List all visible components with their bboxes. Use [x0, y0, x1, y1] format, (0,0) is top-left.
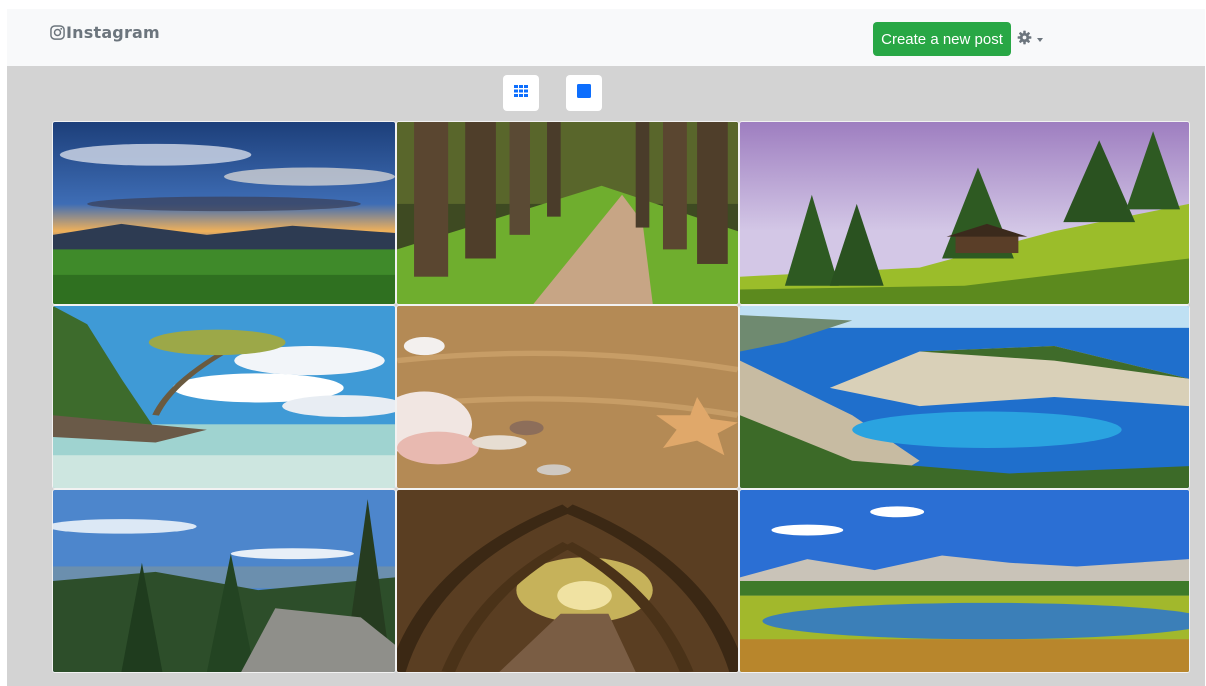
photo-tile[interactable] [396, 489, 739, 673]
tropical-beach-image [53, 306, 395, 488]
photo-tile[interactable] [396, 121, 739, 305]
coastal-bay-image [740, 306, 1189, 488]
create-post-button[interactable]: Create a new post [873, 22, 1011, 56]
forest-path-image [397, 122, 738, 304]
photo-tile[interactable] [52, 305, 396, 489]
photo-grid [52, 121, 1190, 673]
brand-label: Instagram [66, 23, 160, 42]
settings-dropdown[interactable] [1017, 30, 1043, 50]
photo-tile[interactable] [739, 489, 1190, 673]
photo-tile[interactable] [52, 121, 396, 305]
app-root: Instagram Create a new post [7, 9, 1205, 686]
tree-tunnel-image [397, 490, 738, 672]
pine-forest-lake-image [53, 490, 395, 672]
instagram-icon [50, 25, 65, 40]
gear-icon [1017, 30, 1032, 50]
navbar: Instagram Create a new post [7, 9, 1205, 66]
photo-tile[interactable] [52, 489, 396, 673]
seashells-image [397, 306, 738, 488]
grid-view-button[interactable] [503, 75, 539, 111]
sunset-sky-image [53, 122, 395, 304]
brand[interactable]: Instagram [50, 23, 160, 42]
photo-tile[interactable] [396, 305, 739, 489]
mountain-lake-image [740, 490, 1189, 672]
chevron-down-icon [1037, 38, 1043, 42]
cabin-hill-image [740, 122, 1189, 304]
grid-view-icon [514, 84, 528, 102]
photo-tile[interactable] [739, 305, 1190, 489]
photo-tile[interactable] [739, 121, 1190, 305]
single-view-icon [577, 83, 591, 103]
single-view-button[interactable] [566, 75, 602, 111]
